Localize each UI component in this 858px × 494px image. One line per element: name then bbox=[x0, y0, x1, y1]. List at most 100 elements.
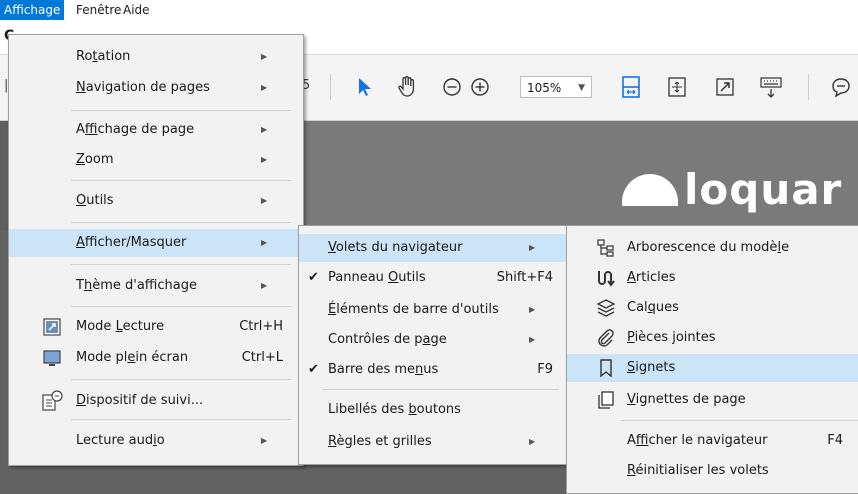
menu-bar: Affichage Fenêtre Aide bbox=[0, 0, 858, 20]
afficher-masquer-submenu: Volets du navigateur ▶ Panneau Outils ✔ Shif… bbox=[298, 225, 568, 465]
menu-item-afficher-masquer[interactable]: Afficher/Masquer ▶ bbox=[9, 229, 303, 257]
chevron-right-icon: ▶ bbox=[261, 436, 268, 445]
submenu-item-barre-des-menus-label: Barre des menus bbox=[328, 362, 439, 377]
paperclip-icon bbox=[595, 327, 617, 349]
layers-icon bbox=[595, 297, 617, 319]
menu-item-rotation[interactable]: Rotation ▶ bbox=[9, 43, 303, 71]
hand-tool-button[interactable] bbox=[394, 72, 420, 102]
shortcut-text: Ctrl+L bbox=[241, 350, 283, 365]
hand-icon bbox=[398, 76, 415, 97]
menu-item-outils-label: Outils bbox=[76, 193, 114, 208]
menu-item-affichage-de-page[interactable]: Affichage de page ▶ bbox=[9, 116, 303, 144]
menu-aide[interactable]: Aide bbox=[119, 0, 154, 20]
logo-shape-icon bbox=[622, 174, 678, 206]
menu-separator bbox=[71, 110, 291, 111]
menu-separator bbox=[71, 222, 291, 223]
thumbnails-icon bbox=[595, 389, 617, 411]
menu-item-theme-d-affichage[interactable]: Thème d'affichage ▶ bbox=[9, 272, 303, 300]
volet-item-arborescence-du-modele-label: Arborescence du modèle bbox=[627, 240, 790, 255]
menu-item-mode-plein-ecran-label: Mode plein écran bbox=[76, 350, 189, 365]
select-tool-button[interactable] bbox=[352, 72, 378, 102]
volet-item-articles[interactable]: Articles bbox=[567, 264, 858, 292]
menu-item-theme-d-affichage-label: Thème d'affichage bbox=[76, 278, 197, 293]
volet-item-vignettes-de-page[interactable]: Vignettes de page bbox=[567, 386, 858, 414]
menu-separator bbox=[71, 264, 291, 265]
brand-text: loquar bbox=[684, 165, 843, 214]
submenu-item-elements-de-barre-d-outils[interactable]: Éléments de barre d'outils ▶ bbox=[299, 296, 567, 324]
volet-item-articles-label: Articles bbox=[627, 270, 676, 285]
affichage-menu: Rotation ▶ Navigation de pages ▶ Affichage d… bbox=[8, 34, 304, 466]
submenu-item-regles-et-grilles-label: Règles et grilles bbox=[328, 434, 432, 449]
volet-item-vignettes-de-page-label: Vignettes de page bbox=[627, 392, 746, 407]
volet-item-pieces-jointes[interactable]: Pièces jointes bbox=[567, 324, 858, 352]
chevron-right-icon: ▶ bbox=[529, 437, 536, 446]
fit-page-button[interactable] bbox=[618, 72, 644, 102]
shortcut-text: F4 bbox=[827, 433, 843, 448]
submenu-item-volets-du-navigateur[interactable]: Volets du navigateur ▶ bbox=[299, 234, 567, 262]
volet-item-reinitialiser-les-volets[interactable]: Réinitialiser les volets bbox=[567, 457, 858, 485]
menu-item-lecture-audio[interactable]: Lecture audio ▶ bbox=[9, 427, 303, 455]
brand-logo: loquar bbox=[622, 165, 842, 215]
comment-button[interactable] bbox=[828, 72, 854, 102]
expand-icon bbox=[716, 78, 734, 96]
volet-item-signets-label: Signets bbox=[627, 360, 676, 375]
tree-icon bbox=[595, 237, 617, 259]
zoom-out-button[interactable] bbox=[440, 72, 464, 102]
volet-item-afficher-le-navigateur-label: Afficher le navigateur bbox=[627, 433, 768, 448]
full-screen-button[interactable] bbox=[712, 72, 738, 102]
submenu-item-panneau-outils-label: Panneau Outils bbox=[328, 270, 426, 285]
chevron-right-icon: ▶ bbox=[261, 83, 268, 92]
menu-item-rotation-label: Rotation bbox=[76, 49, 131, 64]
checkmark-icon: ✔ bbox=[308, 270, 319, 285]
volet-item-calques-label: Calques bbox=[627, 300, 679, 315]
checkmark-icon: ✔ bbox=[308, 362, 319, 377]
submenu-item-panneau-outils[interactable]: Panneau Outils ✔ Shift+F4 bbox=[299, 264, 567, 292]
rotate-page-button[interactable] bbox=[664, 72, 690, 102]
menu-item-mode-lecture-label: Mode Lecture bbox=[76, 319, 165, 334]
chevron-down-icon: ▼ bbox=[578, 83, 585, 93]
shortcut-text: F9 bbox=[537, 362, 553, 377]
submenu-item-elements-de-barre-d-outils-label: Éléments de barre d'outils bbox=[328, 302, 499, 317]
volets-navigateur-submenu: Arborescence du modèle Articles Calques Piè… bbox=[566, 225, 858, 494]
menu-separator bbox=[71, 306, 291, 307]
fullscreen-monitor-icon bbox=[41, 347, 63, 369]
menu-item-dispositif-de-suivi-label: Dispositif de suivi... bbox=[76, 393, 204, 408]
chevron-right-icon: ▶ bbox=[261, 125, 268, 134]
menu-item-dispositif-de-suivi[interactable]: Dispositif de suivi... bbox=[9, 387, 303, 415]
submenu-item-libelles-des-boutons-label: Libellés des boutons bbox=[328, 402, 461, 417]
volet-item-afficher-le-navigateur[interactable]: Afficher le navigateur F4 bbox=[567, 427, 858, 455]
menu-item-navigation-de-pages-label: Navigation de pages bbox=[76, 80, 210, 95]
menu-affichage[interactable]: Affichage bbox=[0, 0, 65, 20]
chevron-right-icon: ▶ bbox=[261, 281, 268, 290]
submenu-item-regles-et-grilles[interactable]: Règles et grilles ▶ bbox=[299, 428, 567, 456]
submenu-item-controles-de-page[interactable]: Contrôles de page ▶ bbox=[299, 326, 567, 354]
menu-item-mode-lecture[interactable]: Mode Lecture Ctrl+H bbox=[9, 313, 303, 341]
chevron-right-icon: ▶ bbox=[261, 52, 268, 61]
comment-icon bbox=[832, 78, 850, 98]
volet-item-calques[interactable]: Calques bbox=[567, 294, 858, 322]
menu-separator bbox=[71, 180, 291, 181]
volet-item-reinitialiser-les-volets-label: Réinitialiser les volets bbox=[627, 463, 769, 478]
chevron-right-icon: ▶ bbox=[529, 243, 536, 252]
menu-item-zoom[interactable]: Zoom ▶ bbox=[9, 146, 303, 174]
submenu-item-barre-des-menus[interactable]: Barre des menus ✔ F9 bbox=[299, 356, 567, 384]
menu-item-lecture-audio-label: Lecture audio bbox=[76, 433, 165, 448]
chevron-right-icon: ▶ bbox=[261, 155, 268, 164]
bookmark-icon bbox=[595, 357, 617, 379]
menu-item-outils[interactable]: Outils ▶ bbox=[9, 187, 303, 215]
menu-item-navigation-de-pages[interactable]: Navigation de pages ▶ bbox=[9, 74, 303, 102]
volet-item-arborescence-du-modele[interactable]: Arborescence du modèle bbox=[567, 234, 858, 262]
page-expand-icon bbox=[668, 77, 686, 97]
zoom-in-button[interactable] bbox=[468, 72, 492, 102]
keyboard-button[interactable] bbox=[758, 72, 784, 102]
plus-circle-icon bbox=[471, 78, 489, 96]
menu-separator bbox=[323, 389, 559, 390]
volet-item-signets[interactable]: Signets bbox=[567, 354, 858, 382]
zoom-select[interactable]: 105% ▼ bbox=[520, 76, 592, 98]
chevron-right-icon: ▶ bbox=[529, 335, 536, 344]
toolbar-separator bbox=[808, 74, 809, 100]
volet-item-pieces-jointes-label: Pièces jointes bbox=[627, 330, 716, 345]
submenu-item-libelles-des-boutons[interactable]: Libellés des boutons bbox=[299, 396, 567, 424]
menu-item-mode-plein-ecran[interactable]: Mode plein écran Ctrl+L bbox=[9, 344, 303, 372]
menu-fenetre[interactable]: Fenêtre bbox=[72, 0, 125, 20]
